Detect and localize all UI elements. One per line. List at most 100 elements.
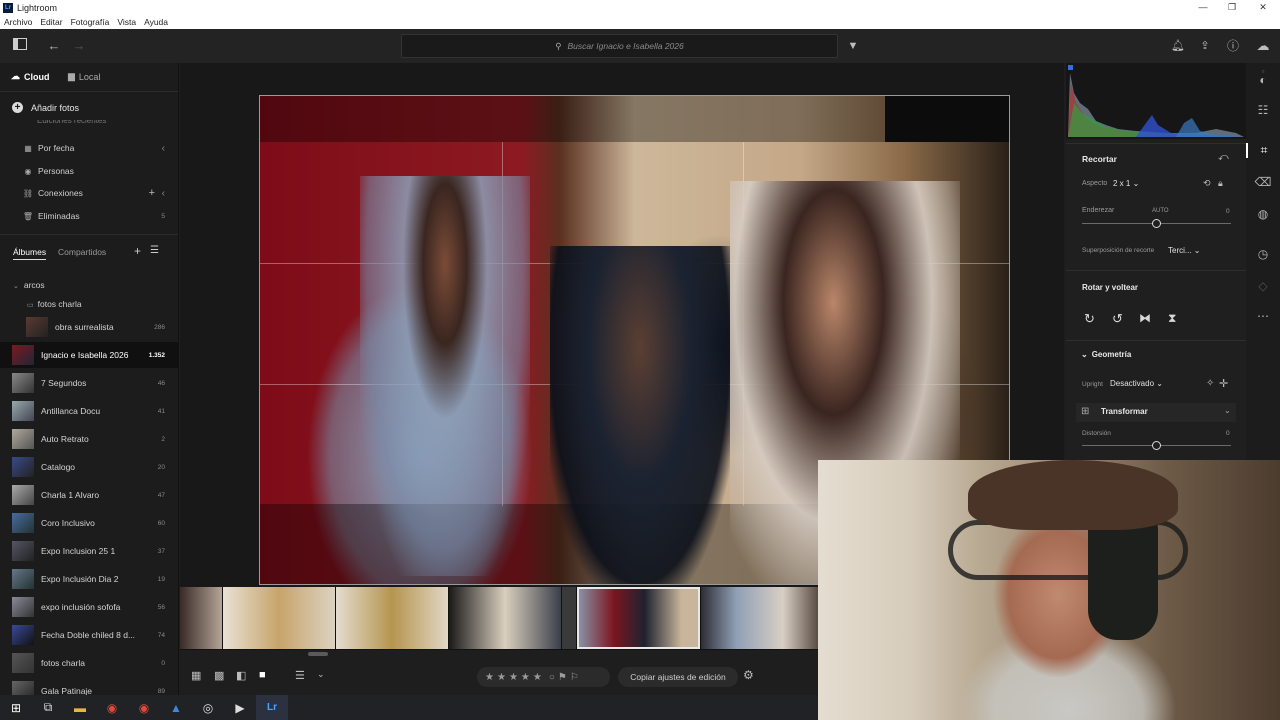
menu-vista[interactable]: Vista: [117, 17, 136, 27]
tab-albums[interactable]: Álbumes: [13, 247, 47, 260]
bell-icon[interactable]: 🔔︎: [1168, 29, 1188, 63]
reset-crop-icon[interactable]: ⤺: [1218, 152, 1229, 163]
photos-app-icon[interactable]: ▲: [160, 695, 192, 720]
star-icon[interactable]: ★: [533, 672, 542, 683]
versions-icon[interactable]: ◇: [1246, 279, 1280, 293]
forward-arrow-icon[interactable]: →: [69, 29, 89, 63]
menu-ayuda[interactable]: Ayuda: [144, 17, 168, 27]
media-player-icon[interactable]: ▶: [224, 695, 256, 720]
star-icon[interactable]: ★: [509, 672, 518, 683]
filmstrip-thumb[interactable]: [562, 587, 576, 649]
flip-vertical-icon[interactable]: ⧗: [1168, 311, 1176, 326]
album-item[interactable]: Fecha Doble chiled 8 d... 74: [0, 622, 178, 648]
copy-edit-settings-button[interactable]: Copiar ajustes de edición: [618, 667, 738, 687]
rotate-left-icon[interactable]: ↺: [1112, 311, 1123, 327]
upright-select[interactable]: Desactivado ⌄: [1110, 379, 1163, 388]
chrome-icon[interactable]: ◉: [96, 695, 128, 720]
aspect-select[interactable]: 2 x 1 ⌄: [1113, 179, 1139, 188]
panel-toggle-icon[interactable]: [10, 29, 30, 63]
maximize-icon[interactable]: ❐: [1215, 0, 1249, 15]
grid-large-icon[interactable]: ▦: [191, 669, 201, 682]
transform-header[interactable]: ⊞ Transformar ⌄: [1076, 403, 1236, 422]
back-arrow-icon[interactable]: ←: [44, 29, 64, 63]
geometry-section-header[interactable]: ⌄ Geometría: [1081, 350, 1131, 359]
chevron-left-icon[interactable]: ‹: [162, 143, 165, 154]
lock-icon[interactable]: 🔒︎: [1218, 178, 1223, 189]
cloud-status-icon[interactable]: ☁: [1253, 29, 1273, 63]
share-icon[interactable]: ⇪: [1195, 29, 1215, 63]
subfolder-fotos-charla[interactable]: ▭ fotos charla: [27, 299, 82, 309]
recent-edits-item[interactable]: Ediciones recientes: [37, 120, 106, 125]
compare-view-icon[interactable]: ◧: [236, 669, 246, 682]
rotate-aspect-icon[interactable]: ⟲: [1203, 178, 1211, 189]
menu-editar[interactable]: Editar: [40, 17, 62, 27]
filmstrip-thumb[interactable]: [449, 587, 561, 649]
filmstrip-thumb[interactable]: [336, 587, 448, 649]
guided-upright-icon[interactable]: ✛: [1219, 377, 1228, 390]
chevron-down-icon[interactable]: ⌄: [317, 669, 325, 680]
tab-local[interactable]: ▆ Local: [68, 71, 100, 82]
straighten-auto[interactable]: AUTO: [1152, 208, 1169, 214]
album-item[interactable]: Expo Inclusion 25 1 37: [0, 538, 178, 564]
add-photos-button[interactable]: + Añadir fotos: [12, 102, 79, 113]
filmstrip-thumb[interactable]: [223, 587, 335, 649]
star-icon[interactable]: ★: [497, 672, 506, 683]
healing-brush-icon[interactable]: ⌫: [1246, 175, 1280, 189]
filmstrip-scrollbar[interactable]: [308, 652, 328, 656]
search-input[interactable]: ⚲ Buscar Ignacio e Isabella 2026: [401, 34, 838, 58]
reject-flag-icon[interactable]: ⚐: [570, 672, 579, 683]
album-item[interactable]: Auto Retrato 2: [0, 426, 178, 452]
menu-fotografia[interactable]: Fotografía: [71, 17, 110, 27]
auto-guide-icon[interactable]: ✧: [1206, 378, 1214, 389]
file-explorer-icon[interactable]: ▬: [64, 695, 96, 720]
nav-conexiones[interactable]: ⛓ Conexiones + ‹: [0, 183, 178, 203]
nav-eliminadas[interactable]: 🗑︎ Eliminadas 5: [0, 206, 178, 226]
album-item[interactable]: Antillanca Docu 41: [0, 398, 178, 424]
album-item[interactable]: Gala Patinaje 89: [0, 678, 178, 695]
filter-icon[interactable]: ▼: [843, 29, 863, 63]
album-item[interactable]: Catalogo 20: [0, 454, 178, 480]
flip-horizontal-icon[interactable]: ⧓: [1139, 311, 1151, 325]
nav-por-fecha[interactable]: ▦ Por fecha ‹: [0, 138, 178, 158]
album-item[interactable]: expo inclusión sofofa 56: [0, 594, 178, 620]
task-view-icon[interactable]: ⧉: [32, 695, 64, 720]
album-item[interactable]: Ignacio e Isabella 2026 1.352: [0, 342, 178, 368]
rating-control[interactable]: ★ ★ ★ ★ ★ ○ ⚑ ⚐: [477, 667, 610, 687]
close-icon[interactable]: ✕: [1246, 0, 1280, 15]
nav-personas[interactable]: ◉ Personas: [0, 161, 178, 181]
sort-icon[interactable]: ☰: [150, 245, 159, 256]
crop-tool-icon[interactable]: ⌗: [1246, 143, 1280, 158]
unflag-circle-icon[interactable]: ○: [549, 672, 555, 683]
add-connection-icon[interactable]: +: [149, 187, 155, 199]
straighten-slider-knob[interactable]: [1152, 219, 1161, 228]
tab-cloud[interactable]: ☁ Cloud: [11, 71, 50, 82]
star-icon[interactable]: ★: [521, 672, 530, 683]
star-icon[interactable]: ★: [485, 672, 494, 683]
more-options-icon[interactable]: ⋯: [1246, 309, 1280, 323]
album-item[interactable]: Coro Inclusivo 60: [0, 510, 178, 536]
album-item[interactable]: fotos charla 0: [0, 650, 178, 676]
crop-overlay-select[interactable]: Terci... ⌄: [1168, 246, 1201, 255]
gear-icon[interactable]: ⚙: [743, 668, 754, 682]
single-view-icon[interactable]: ■: [259, 669, 266, 681]
presets-icon[interactable]: ◐: [1246, 73, 1280, 87]
distortion-slider-knob[interactable]: [1152, 441, 1161, 450]
album-item[interactable]: Expo Inclusión Dia 2 19: [0, 566, 178, 592]
filmstrip-thumb[interactable]: [701, 587, 818, 649]
tab-shared[interactable]: Compartidos: [58, 247, 106, 257]
album-item[interactable]: Charla 1 Alvaro 47: [0, 482, 178, 508]
sort-lines-icon[interactable]: ☰: [295, 669, 305, 682]
chrome-icon-2[interactable]: ◉: [128, 695, 160, 720]
help-icon[interactable]: ⓘ: [1223, 29, 1243, 63]
flag-icon[interactable]: ⚑: [558, 672, 567, 683]
rotate-right-icon[interactable]: ↻: [1084, 311, 1095, 327]
filmstrip-thumb[interactable]: [180, 587, 222, 649]
chevron-left-icon[interactable]: ‹: [162, 188, 165, 199]
edit-sliders-icon[interactable]: ☷: [1246, 103, 1280, 117]
lightroom-taskbar-icon[interactable]: Lr: [256, 695, 288, 720]
album-item[interactable]: 7 Segundos 46: [0, 370, 178, 396]
history-icon[interactable]: ◷: [1246, 247, 1280, 261]
folder-arcos[interactable]: ⌄ arcos: [13, 280, 45, 290]
menu-archivo[interactable]: Archivo: [4, 17, 32, 27]
obs-icon[interactable]: ◎: [192, 695, 224, 720]
